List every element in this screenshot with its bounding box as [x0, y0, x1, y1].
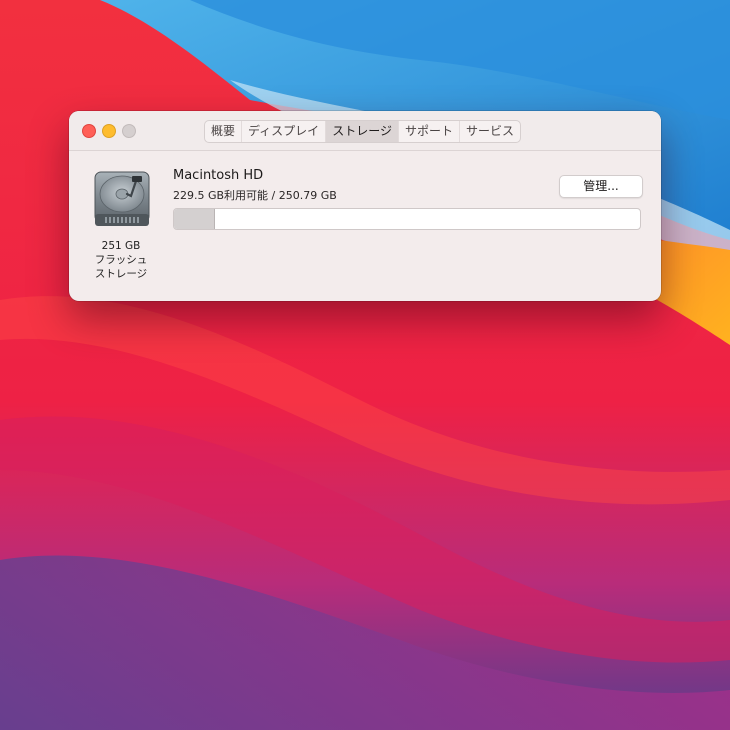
disk-available-text: 229.5 GB利用可能 / 250.79 GB [173, 189, 337, 202]
drive-type-line1: フラッシュ [94, 254, 148, 266]
storage-used-segment [174, 209, 215, 229]
tab-storage[interactable]: ストレージ [326, 121, 399, 142]
wallpaper [0, 0, 730, 730]
drive-type-line2: ストレージ [94, 268, 148, 280]
title-bar[interactable]: 概要 ディスプレイ ストレージ サポート サービス [69, 111, 661, 151]
desktop: 概要 ディスプレイ ストレージ サポート サービス 251 GB フラッシュ ス… [0, 0, 730, 730]
close-window-button[interactable] [82, 124, 96, 138]
system-info-window: 概要 ディスプレイ ストレージ サポート サービス 251 GB フラッシュ ス… [69, 111, 661, 301]
tab-displays[interactable]: ディスプレイ [242, 121, 327, 142]
tab-overview[interactable]: 概要 [205, 121, 243, 142]
tab-service[interactable]: サービス [460, 121, 520, 142]
drive-capacity-label: 251 GB [101, 240, 141, 252]
tab-bar: 概要 ディスプレイ ストレージ サポート サービス [204, 120, 521, 143]
manage-button[interactable]: 管理... [559, 175, 643, 198]
hard-drive-icon [94, 171, 150, 226]
minimize-window-button[interactable] [102, 124, 116, 138]
zoom-window-button [122, 124, 136, 138]
drive-description: 251 GB フラッシュ ストレージ [79, 239, 163, 281]
disk-name: Macintosh HD [173, 168, 264, 183]
storage-usage-bar [173, 208, 641, 230]
tab-support[interactable]: サポート [399, 121, 460, 142]
